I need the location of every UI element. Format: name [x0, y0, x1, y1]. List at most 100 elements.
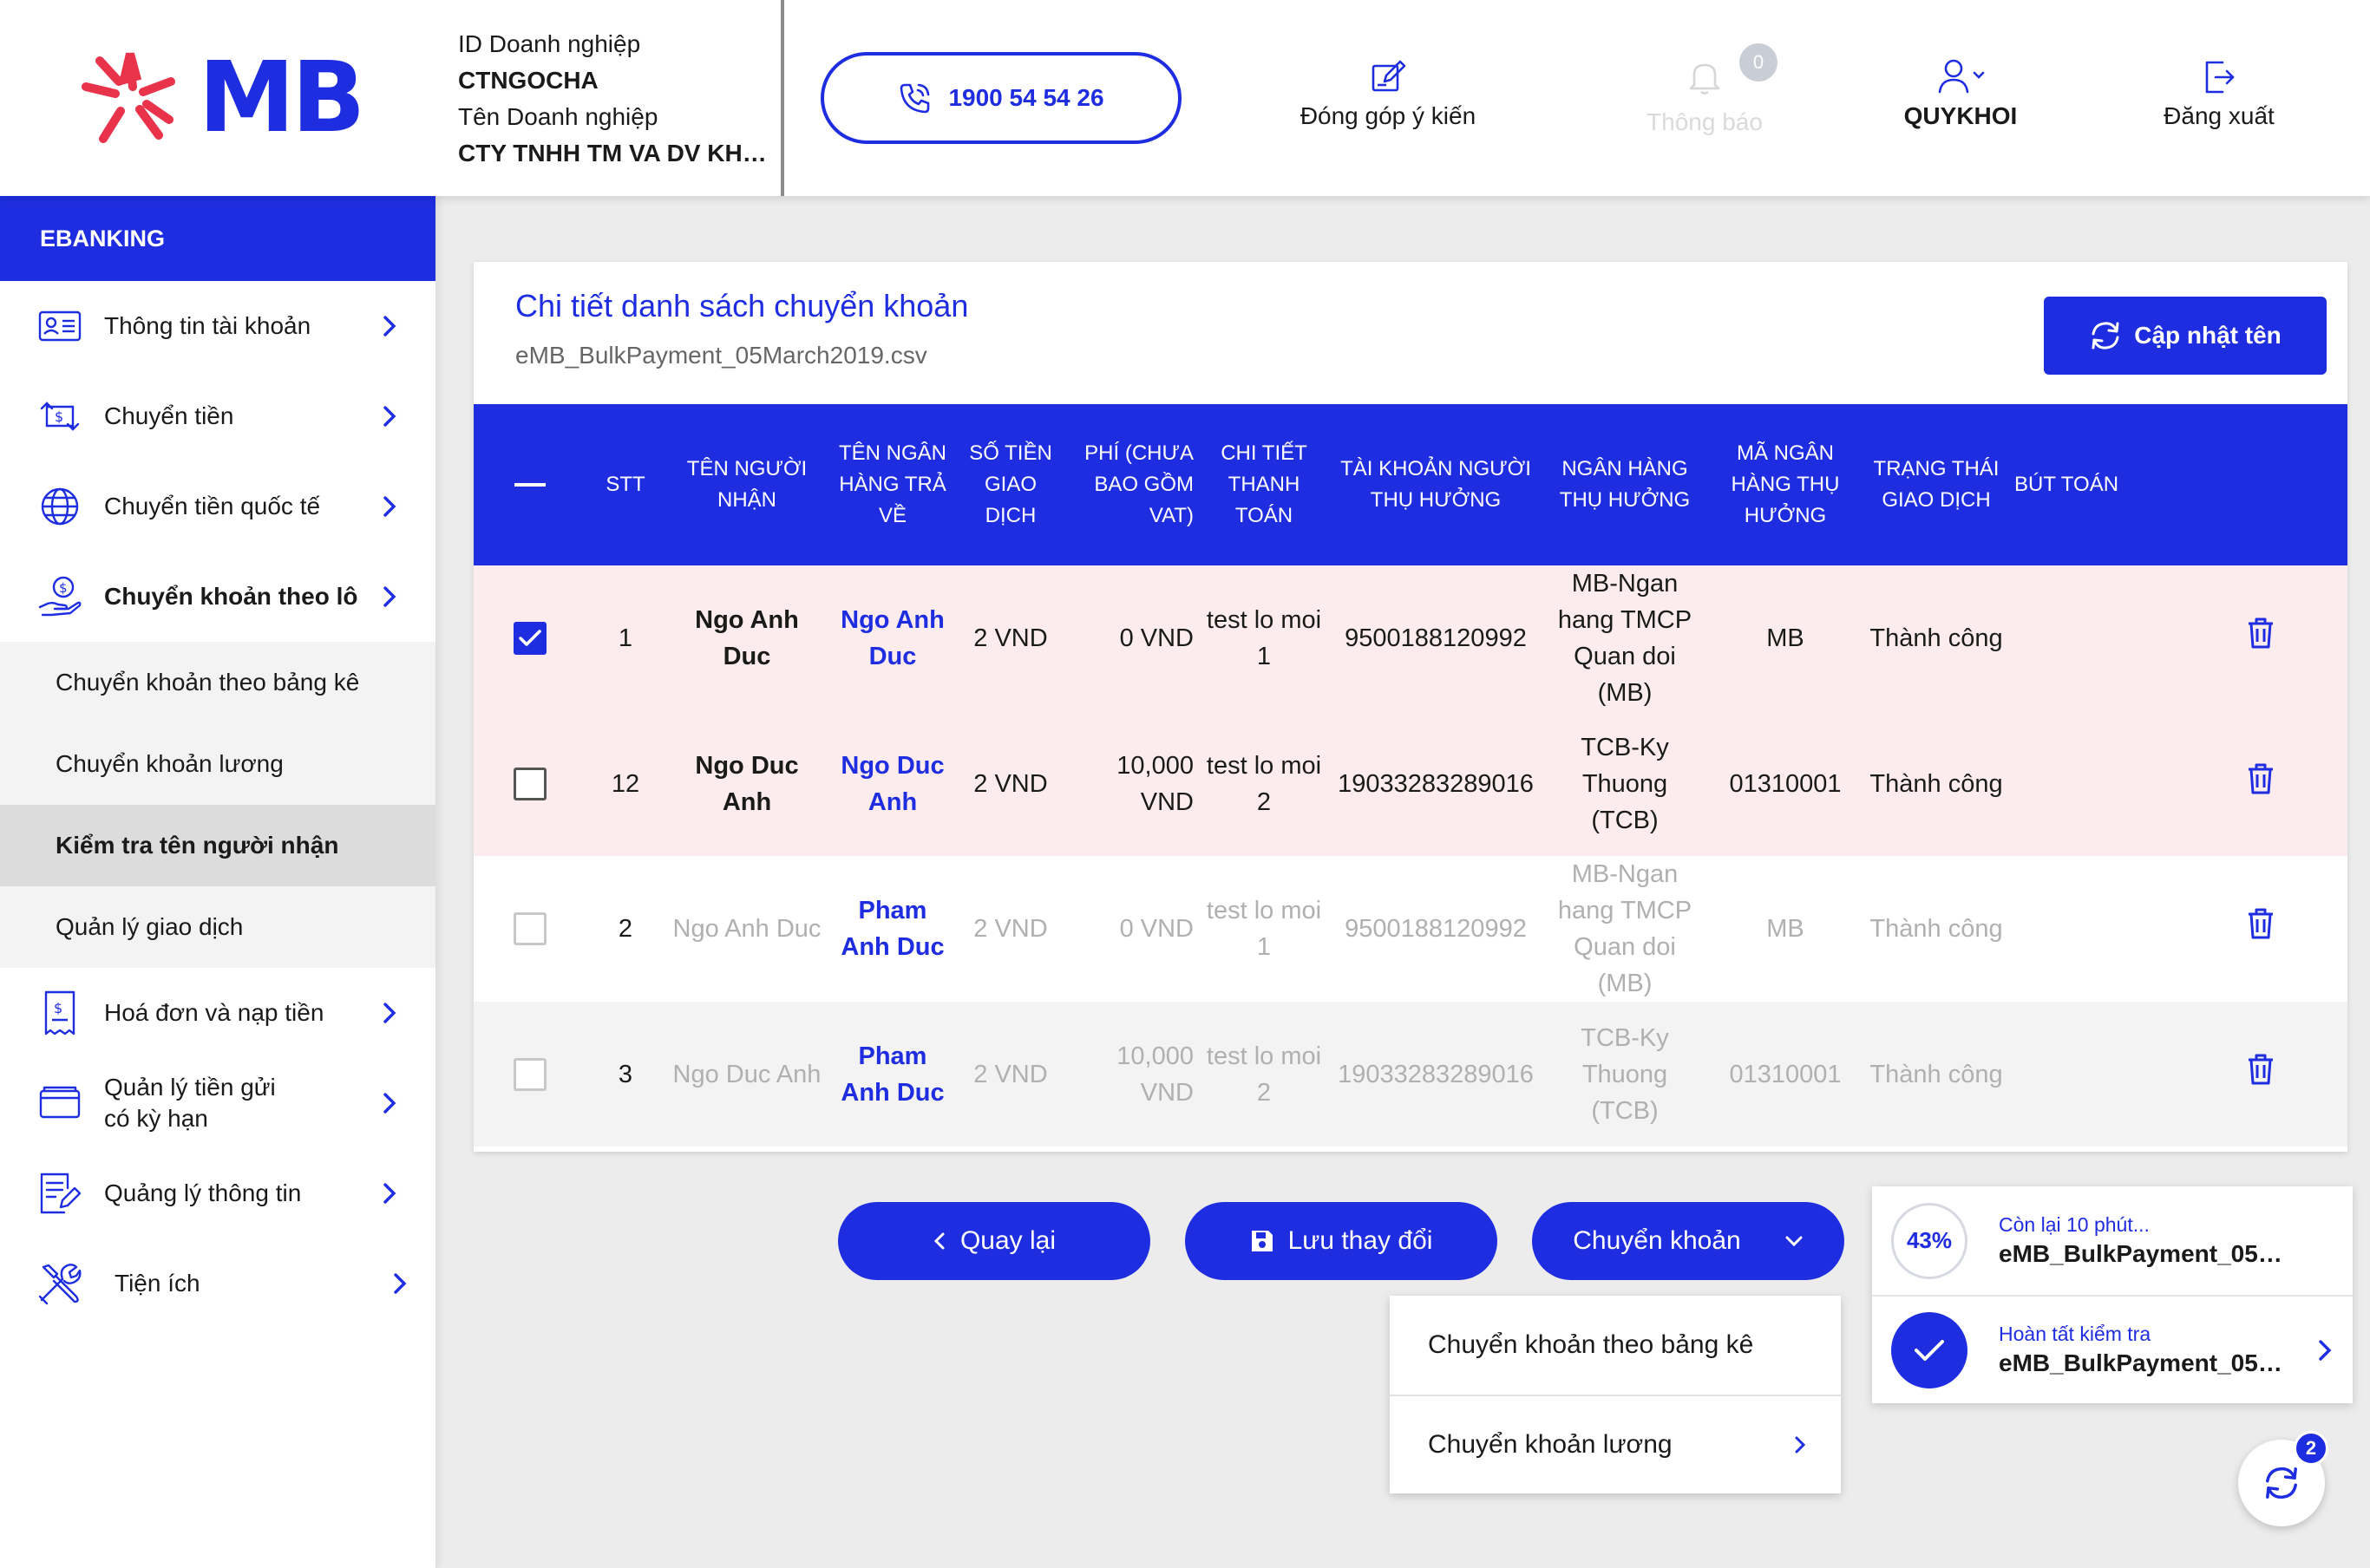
sidebar-item-bills[interactable]: $ Hoá đơn và nạp tiền [0, 968, 435, 1058]
dropdown-item-bang-ke[interactable]: Chuyển khoản theo bảng kê [1390, 1296, 1841, 1395]
sidebar-submenu: Chuyển khoản theo bảng kê Chuyển khoản l… [0, 642, 435, 968]
cell-amount: 2 VND [973, 624, 1048, 652]
sidebar-item-term-deposit[interactable]: Quản lý tiền gửi có kỳ hạn [0, 1058, 435, 1148]
mb-logo-text: MB [198, 42, 366, 154]
top-header: MB ID Doanh nghiệp CTNGOCHA Tên Doanh ng… [0, 0, 2370, 196]
transactions-table: STT TÊN NGƯỜI NHẬN TÊN NGÂN HÀNG TRẢ VỀ … [474, 404, 2347, 1147]
save-changes-button[interactable]: Lưu thay đổi [1185, 1202, 1497, 1280]
sidebar-item-intl-transfer[interactable]: Chuyển tiền quốc tế [0, 461, 435, 552]
col-receiver: TÊN NGƯỜI NHẬN [665, 404, 829, 565]
cell-stt: 12 [611, 769, 640, 798]
company-name-value: CTY TNHH TM VA DV KHANG [458, 140, 770, 167]
sidebar-item-label: Quản lý tiền gửi có kỳ hạn [104, 1074, 276, 1132]
delete-button[interactable] [2131, 565, 2347, 711]
transfer-list-card: Chi tiết danh sách chuyển khoản eMB_Bulk… [474, 262, 2347, 1152]
row-checkbox[interactable] [474, 1002, 586, 1147]
feedback-button[interactable]: Đóng góp ý kiến [1293, 57, 1483, 144]
sync-icon [2266, 1467, 2297, 1499]
cell-receiver: Ngo Duc Anh [695, 751, 799, 816]
sidebar-item-label: Hoá đơn và nạp tiền [104, 999, 324, 1026]
cell-posting [2009, 856, 2131, 1002]
chevron-right-icon [394, 1273, 407, 1294]
user-menu[interactable]: QUYKHOI [1900, 57, 2021, 144]
tools-icon [36, 1260, 83, 1307]
logout-button[interactable]: Đăng xuất [2150, 57, 2288, 144]
sidebar-item-utilities[interactable]: Tiện ích [0, 1238, 435, 1329]
transfer-dropdown-button[interactable]: Chuyển khoản [1532, 1202, 1844, 1280]
update-name-label: Cập nhật tên [2134, 322, 2282, 349]
col-stt: STT [586, 404, 665, 565]
cell-bank-returned: Pham Anh Duc [841, 1042, 945, 1107]
cell-status: Thành công [1869, 915, 2003, 943]
table-header-row: STT TÊN NGƯỜI NHẬN TÊN NGÂN HÀNG TRẢ VỀ … [474, 404, 2347, 565]
delete-button[interactable] [2131, 1002, 2347, 1147]
submenu-item-luong[interactable]: Chuyển khoản lương [0, 723, 435, 805]
chevron-right-icon [383, 586, 396, 607]
col-bank-code: MÃ NGÂN HÀNG THỤ HƯỞNG [1707, 404, 1863, 565]
col-amount: SỐ TIỀN GIAO DỊCH [956, 404, 1065, 565]
checkbox-unchecked[interactable] [514, 912, 547, 945]
notifications-label: Thông báo [1647, 108, 1763, 135]
sidebar-item-transfer[interactable]: $ Chuyển tiền [0, 371, 435, 461]
notifications-count-badge: 0 [1739, 43, 1778, 82]
cell-fee: 0 VND [1119, 915, 1194, 943]
checkbox-checked[interactable] [514, 622, 547, 655]
sidebar-item-info-mgmt[interactable]: Quảng lý thông tin [0, 1148, 435, 1238]
row-checkbox[interactable] [474, 711, 586, 856]
col-bank: NGÂN HÀNG THỤ HƯỞNG [1542, 404, 1707, 565]
checkbox-unchecked[interactable] [514, 767, 547, 800]
table-row[interactable]: 2 Ngo Anh Duc Pham Anh Duc 2 VND 0 VND t… [474, 856, 2347, 1002]
cell-bank: MB-Ngan hang TMCP Quan doi (MB) [1557, 570, 1692, 707]
dropdown-item-luong[interactable]: Chuyển khoản lương [1390, 1395, 1841, 1493]
mb-star-icon [81, 52, 175, 143]
feedback-label: Đóng góp ý kiến [1300, 102, 1476, 129]
row-checkbox[interactable] [474, 856, 586, 1002]
hotline-button[interactable]: 1900 54 54 26 [821, 52, 1182, 144]
submenu-item-bang-ke[interactable]: Chuyển khoản theo bảng kê [0, 642, 435, 723]
delete-button[interactable] [2131, 856, 2347, 1002]
delete-button[interactable] [2131, 711, 2347, 856]
table-row[interactable]: 3 Ngo Duc Anh Pham Anh Duc 2 VND 10,000 … [474, 1002, 2347, 1147]
back-button[interactable]: Quay lại [838, 1202, 1150, 1280]
mb-logo[interactable]: MB [0, 0, 435, 196]
table-row[interactable]: 12 Ngo Duc Anh Ngo Duc Anh 2 VND 10,000 … [474, 711, 2347, 856]
svg-text:$: $ [59, 580, 68, 596]
notifications-button[interactable]: 0 Thông báo [1631, 43, 1778, 144]
dropdown-item-label: Chuyển khoản theo bảng kê [1428, 1330, 1754, 1359]
sidebar-item-bulk-transfer[interactable]: $ Chuyển khoản theo lô [0, 552, 435, 642]
sync-floating-button[interactable]: 2 [2238, 1431, 2328, 1526]
chevron-right-icon [383, 316, 396, 336]
cell-detail: test lo moi 2 [1206, 751, 1322, 816]
cell-fee: 10,000 VND [1116, 1042, 1194, 1107]
row-checkbox[interactable] [474, 565, 586, 711]
progress-item-done[interactable]: Hoàn tất kiểm tra eMB_BulkPayment_05Marc… [1872, 1295, 2353, 1403]
progress-percent: 43% [1891, 1202, 1967, 1279]
col-status: TRẠNG THÁI GIAO DỊCH [1863, 404, 2009, 565]
company-name-label: Tên Doanh nghiệp [458, 103, 658, 130]
chevron-right-icon [383, 1003, 396, 1023]
logout-label: Đăng xuất [2164, 102, 2275, 129]
wallet-icon [36, 1080, 83, 1127]
hotline-number: 1900 54 54 26 [948, 84, 1104, 111]
cell-account: 19033283289016 [1338, 1060, 1534, 1088]
col-actions [2131, 404, 2347, 565]
submenu-item-manage-tx[interactable]: Quản lý giao dịch [0, 886, 435, 968]
sync-count-badge: 2 [2294, 1431, 2328, 1466]
chevron-right-icon [383, 1183, 396, 1204]
progress-item-running[interactable]: 43% Còn lại 10 phút... eMB_BulkPayment_0… [1872, 1186, 2353, 1295]
select-all-checkbox[interactable] [474, 404, 586, 565]
sidebar-title: EBANKING [0, 196, 435, 281]
table-row[interactable]: 1 Ngo Anh Duc Ngo Anh Duc 2 VND 0 VND te… [474, 565, 2347, 711]
cell-receiver: Ngo Anh Duc [672, 915, 822, 943]
cell-receiver: Ngo Duc Anh [672, 1060, 822, 1088]
checkbox-unchecked[interactable] [514, 1057, 547, 1091]
refresh-icon [2092, 322, 2119, 350]
cell-stt: 3 [618, 1060, 633, 1088]
company-id-label: ID Doanh nghiệp [458, 30, 641, 57]
cell-status: Thành công [1869, 769, 2003, 798]
sidebar-item-account-info[interactable]: Thông tin tài khoản [0, 281, 435, 371]
update-name-button[interactable]: Cập nhật tên [2044, 297, 2327, 375]
submenu-item-check-name[interactable]: Kiểm tra tên người nhận [0, 805, 435, 886]
sidebar-item-label: Thông tin tài khoản [104, 312, 311, 339]
svg-text:$: $ [54, 1000, 62, 1016]
